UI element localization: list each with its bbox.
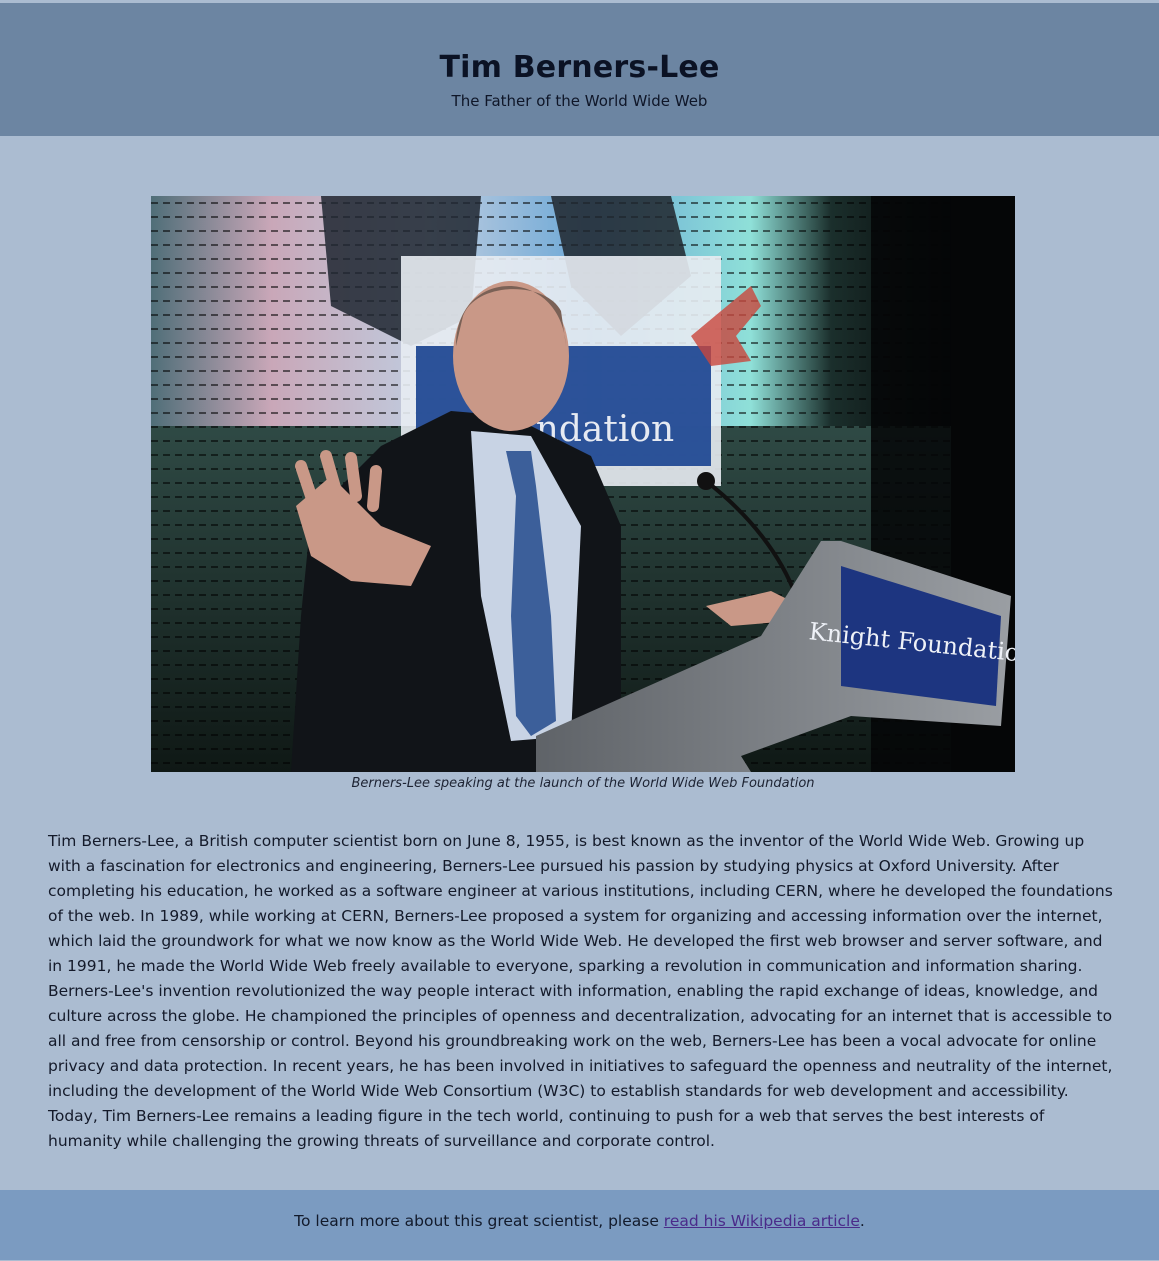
page-title: Tim Berners-Lee <box>439 50 720 85</box>
photo-figure: Foundation Knight Foundation Berners-Lee… <box>151 196 1015 793</box>
footer-period: . <box>859 1212 865 1230</box>
photo-caption: Berners-Lee speaking at the launch of th… <box>351 776 815 791</box>
speaker-photo: Foundation Knight Foundation <box>151 196 1015 772</box>
page-footer: To learn more about this great scientist… <box>0 1190 1159 1260</box>
footer-text: To learn more about this great scientist… <box>294 1212 664 1230</box>
wikipedia-link[interactable]: read his Wikipedia article <box>664 1212 860 1230</box>
page-header: Tim Berners-Lee The Father of the World … <box>0 3 1159 136</box>
page-subtitle: The Father of the World Wide Web <box>451 92 708 110</box>
biography-paragraph: Tim Berners-Lee, a British computer scie… <box>48 832 1113 1150</box>
main-content: Foundation Knight Foundation Berners-Lee… <box>0 136 1159 1190</box>
